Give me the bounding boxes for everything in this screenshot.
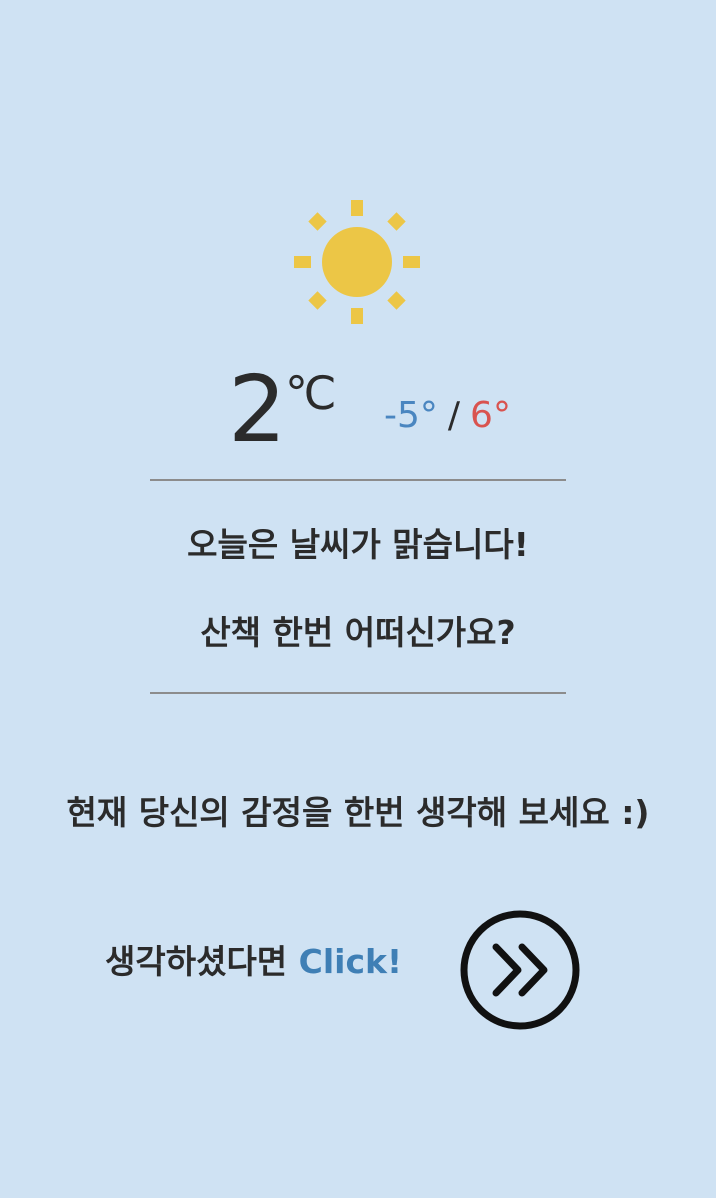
bottom-divider: [150, 692, 566, 694]
current-temperature: 2: [228, 356, 287, 463]
cta-click-label: Click!: [298, 942, 403, 981]
temperature-row: 2 ℃ -5°/6°: [0, 360, 716, 460]
sun-icon: [294, 200, 420, 324]
max-temperature: 6°: [470, 395, 511, 436]
cta-label: 생각하셨다면: [105, 942, 299, 981]
next-button[interactable]: [460, 910, 580, 1030]
emotion-prompt: 현재 당신의 감정을 한번 생각해 보세요 :): [66, 793, 650, 832]
top-divider: [150, 479, 566, 481]
min-temperature: -5°: [384, 395, 438, 436]
temperature-range: -5°/6°: [384, 396, 511, 436]
cta-text: 생각하셨다면 Click!: [105, 940, 402, 984]
weather-message-line1: 오늘은 날씨가 맑습니다!: [187, 525, 529, 564]
weather-message-line2: 산책 한번 어떠신가요?: [200, 613, 516, 652]
temperature-unit: ℃: [285, 366, 337, 420]
range-separator: /: [447, 395, 461, 436]
double-chevron-right-icon: [492, 943, 548, 997]
